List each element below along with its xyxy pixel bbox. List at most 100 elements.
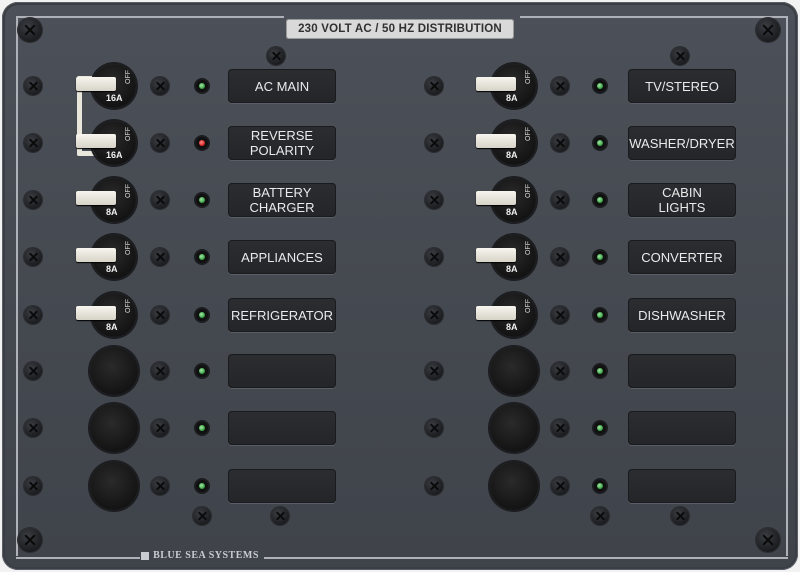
indicator-led-icon <box>594 422 606 434</box>
screw-icon <box>425 134 443 152</box>
screw-icon <box>24 362 42 380</box>
breaker-off-marking: OFF <box>525 241 532 255</box>
screw-icon <box>18 18 42 42</box>
circuit-breaker[interactable]: OFF 8A <box>76 235 136 279</box>
breaker-rating: 8A <box>506 264 518 274</box>
panel-border <box>16 16 284 19</box>
breaker-off-marking: OFF <box>125 184 132 198</box>
screw-icon <box>24 134 42 152</box>
breaker-off-marking: OFF <box>525 127 532 141</box>
circuit-breaker[interactable]: OFF 8A <box>76 293 136 337</box>
breaker-rating: 8A <box>506 93 518 103</box>
circuit-breaker[interactable]: OFF 8A <box>476 293 536 337</box>
screw-icon <box>151 362 169 380</box>
blank-breaker-cap <box>490 462 538 510</box>
circuit-breaker[interactable]: OFF 16A <box>76 121 136 165</box>
breaker-rating: 8A <box>106 207 118 217</box>
circuit-label: WASHER/DRYER <box>628 126 736 160</box>
blank-breaker-cap <box>90 462 138 510</box>
screw-icon <box>551 134 569 152</box>
screw-icon <box>671 47 689 65</box>
brand-logo: BLUE SEA SYSTEMS <box>140 549 260 563</box>
indicator-led-icon <box>594 194 606 206</box>
circuit-breaker[interactable]: OFF 8A <box>476 178 536 222</box>
screw-icon <box>425 306 443 324</box>
screw-icon <box>151 77 169 95</box>
breaker-off-marking: OFF <box>125 70 132 84</box>
screw-icon <box>551 77 569 95</box>
breaker-off-marking: OFF <box>525 184 532 198</box>
breaker-toggle[interactable] <box>476 306 516 320</box>
panel-border <box>264 557 788 560</box>
breaker-rating: 8A <box>106 322 118 332</box>
screw-icon <box>551 248 569 266</box>
blank-breaker-cap <box>490 347 538 395</box>
indicator-led-icon <box>196 480 208 492</box>
circuit-breaker[interactable]: OFF 8A <box>476 121 536 165</box>
screw-icon <box>551 191 569 209</box>
circuit-breaker[interactable]: OFF 8A <box>476 235 536 279</box>
breaker-toggle[interactable] <box>76 134 116 148</box>
breaker-toggle[interactable] <box>476 134 516 148</box>
brand-mark-icon <box>141 551 150 560</box>
screw-icon <box>551 362 569 380</box>
blank-breaker-cap <box>490 404 538 452</box>
breaker-toggle[interactable] <box>76 77 116 91</box>
breaker-off-marking: OFF <box>125 299 132 313</box>
screw-icon <box>24 191 42 209</box>
panel-title: 230 VOLT AC / 50 HZ DISTRIBUTION <box>286 19 514 39</box>
breaker-off-marking: OFF <box>525 70 532 84</box>
circuit-breaker[interactable]: OFF 8A <box>476 64 536 108</box>
breaker-toggle[interactable] <box>476 191 516 205</box>
screw-icon <box>267 47 285 65</box>
breaker-rating: 8A <box>506 322 518 332</box>
screw-icon <box>151 477 169 495</box>
breaker-off-marking: OFF <box>125 241 132 255</box>
screw-icon <box>425 248 443 266</box>
breaker-off-marking: OFF <box>125 127 132 141</box>
indicator-led-icon <box>196 251 208 263</box>
circuit-label: AC MAIN <box>228 69 336 103</box>
screw-icon <box>425 419 443 437</box>
brand-name: BLUE SEA SYSTEMS <box>153 550 259 561</box>
indicator-led-icon <box>196 422 208 434</box>
screw-icon <box>151 248 169 266</box>
breaker-toggle[interactable] <box>76 306 116 320</box>
screw-icon <box>24 248 42 266</box>
circuit-label: REFRIGERATOR <box>228 298 336 332</box>
breaker-toggle[interactable] <box>76 191 116 205</box>
panel-border <box>16 557 140 560</box>
breaker-toggle[interactable] <box>76 248 116 262</box>
circuit-label: CABIN LIGHTS <box>628 183 736 217</box>
screw-icon <box>425 77 443 95</box>
breaker-toggle[interactable] <box>476 77 516 91</box>
blank-breaker-cap <box>90 347 138 395</box>
screw-icon <box>551 306 569 324</box>
screw-icon <box>425 191 443 209</box>
screw-icon <box>756 18 780 42</box>
screw-icon <box>18 528 42 552</box>
circuit-breaker[interactable]: OFF 16A <box>76 64 136 108</box>
circuit-label <box>628 469 736 503</box>
screw-icon <box>151 191 169 209</box>
screw-icon <box>425 362 443 380</box>
screw-icon <box>551 419 569 437</box>
screw-icon <box>551 477 569 495</box>
indicator-led-icon <box>196 309 208 321</box>
circuit-label: DISHWASHER <box>628 298 736 332</box>
screw-icon <box>24 306 42 324</box>
breaker-rating: 8A <box>506 207 518 217</box>
screw-icon <box>24 77 42 95</box>
breaker-rating: 8A <box>106 264 118 274</box>
screw-icon <box>671 507 689 525</box>
screw-icon <box>151 419 169 437</box>
circuit-breaker[interactable]: OFF 8A <box>76 178 136 222</box>
panel-border <box>16 16 19 556</box>
indicator-led-icon <box>594 480 606 492</box>
circuit-label <box>228 354 336 388</box>
breaker-toggle[interactable] <box>476 248 516 262</box>
indicator-led-icon <box>196 194 208 206</box>
screw-icon <box>151 306 169 324</box>
circuit-label <box>628 411 736 445</box>
screw-icon <box>24 477 42 495</box>
